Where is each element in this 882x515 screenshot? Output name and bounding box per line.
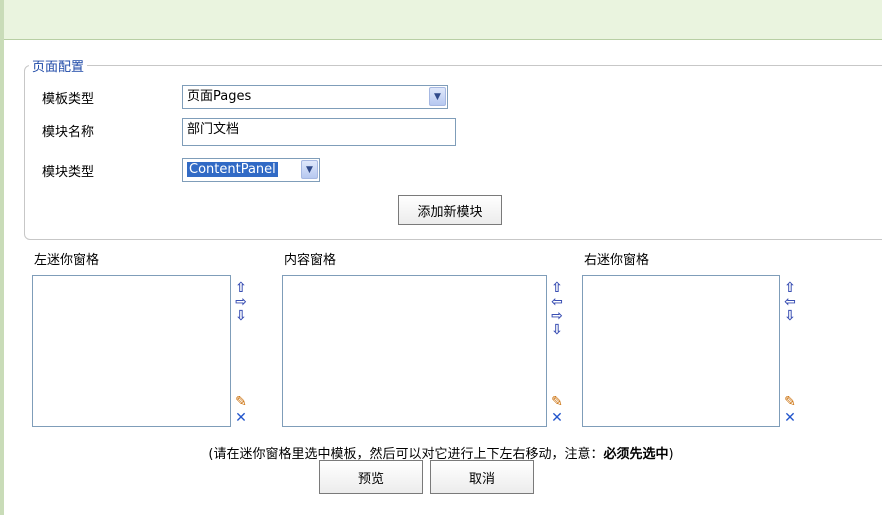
left-pane-listbox[interactable] (32, 275, 231, 427)
fieldset-legend: 页面配置 (32, 60, 85, 75)
module-name-label: 模块名称 (42, 125, 95, 140)
delete-icon[interactable]: ✕ (550, 411, 564, 425)
delete-icon[interactable]: ✕ (783, 411, 797, 425)
note-close: ) (668, 447, 674, 462)
module-type-value: ContentPanel (187, 162, 278, 177)
content-pane-label: 内容窗格 (284, 253, 337, 268)
delete-icon[interactable]: ✕ (234, 411, 248, 425)
right-pane-label: 右迷你窗格 (584, 253, 650, 268)
module-name-input[interactable]: 部门文档 (182, 118, 456, 146)
left-rule (0, 0, 4, 515)
move-down-icon[interactable]: ⇩ (234, 309, 248, 323)
right-pane-listbox[interactable] (582, 275, 780, 427)
move-down-icon[interactable]: ⇩ (550, 323, 564, 337)
left-pane-label: 左迷你窗格 (34, 253, 100, 268)
cancel-button[interactable]: 取消 (430, 460, 534, 494)
move-down-icon[interactable]: ⇩ (783, 309, 797, 323)
move-left-icon[interactable]: ⇦ (550, 295, 564, 309)
content-pane-listbox[interactable] (282, 275, 547, 427)
edit-pencil-icon[interactable]: ✎ (234, 395, 248, 409)
edit-pencil-icon[interactable]: ✎ (783, 395, 797, 409)
preview-button[interactable]: 预览 (319, 460, 423, 494)
template-type-label: 模板类型 (42, 92, 95, 107)
module-type-label: 模块类型 (42, 165, 95, 180)
move-up-icon[interactable]: ⇧ (783, 281, 797, 295)
template-type-select[interactable]: 页面Pages ▼ (182, 85, 448, 109)
chevron-down-icon[interactable]: ▼ (429, 87, 446, 106)
move-left-icon[interactable]: ⇦ (783, 295, 797, 309)
template-type-value: 页面Pages (187, 89, 252, 104)
move-up-icon[interactable]: ⇧ (234, 281, 248, 295)
move-up-icon[interactable]: ⇧ (550, 281, 564, 295)
module-name-value: 部门文档 (187, 122, 240, 137)
note-emphasis: 必须先选中 (603, 447, 669, 462)
chevron-down-icon[interactable]: ▼ (301, 160, 318, 179)
edit-pencil-icon[interactable]: ✎ (550, 395, 564, 409)
move-right-icon[interactable]: ⇨ (234, 295, 248, 309)
move-right-icon[interactable]: ⇨ (550, 309, 564, 323)
module-type-select[interactable]: ContentPanel ▼ (182, 158, 320, 182)
add-module-button[interactable]: 添加新模块 (398, 195, 502, 225)
top-bar (4, 0, 882, 40)
